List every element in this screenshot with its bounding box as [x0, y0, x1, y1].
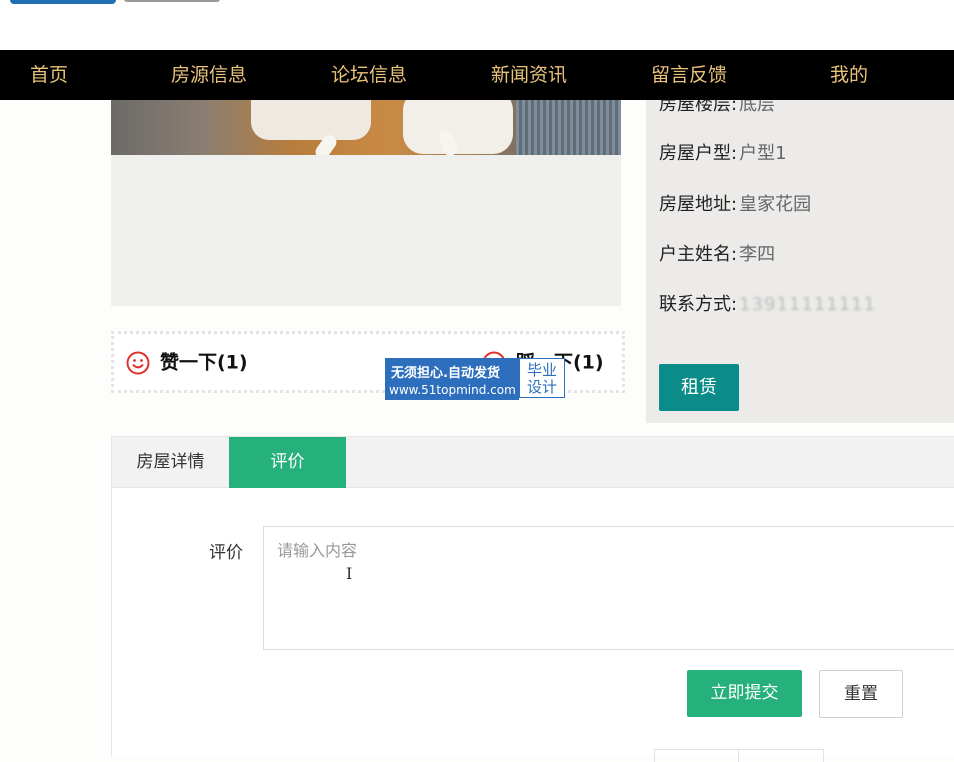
info-owner-label: 户主姓名: — [659, 244, 738, 265]
window-blinds — [516, 100, 621, 155]
info-layout-label: 房屋户型: — [659, 143, 738, 164]
like-button[interactable]: 赞一下(1) — [126, 334, 248, 390]
logo-area — [0, 0, 954, 50]
info-address-label: 房屋地址: — [659, 194, 738, 215]
site-logo — [10, 0, 116, 4]
watermark-blue-block: 无须担心.自动发货 www.51topmind.com — [385, 358, 519, 400]
tab-header: 房屋详情 评价 — [112, 436, 954, 488]
info-address-value: 皇家花园 — [739, 194, 812, 215]
info-contact-label: 联系方式: — [659, 294, 738, 315]
review-textarea[interactable] — [263, 526, 954, 650]
house-info-panel: 房屋楼层: 底层 房屋户型: 户型1 房屋地址: 皇家花园 户主姓名: 李四 联系方式:… — [646, 90, 954, 423]
armchair-shape — [403, 100, 513, 154]
info-address: 房屋地址: 皇家花园 — [659, 190, 811, 216]
smile-icon — [126, 351, 150, 374]
detail-tabs-card: 房屋详情 评价 评价 I 立即提交 重置 — [111, 436, 954, 762]
watermark-badge: 毕业设计 — [519, 358, 565, 398]
site-logo-text-partial — [124, 0, 220, 2]
info-layout: 房屋户型: 户型1 — [659, 139, 787, 165]
reset-button[interactable]: 重置 — [819, 670, 903, 718]
nav-item-listings[interactable]: 房源信息 — [171, 50, 247, 100]
pagination-stub — [654, 749, 824, 762]
info-owner-value: 李四 — [739, 244, 776, 265]
house-photo-panel — [111, 100, 621, 306]
nav-item-feedback[interactable]: 留言反馈 — [651, 50, 727, 100]
watermark-banner: 无须担心.自动发货 www.51topmind.com 毕业设计 — [385, 358, 567, 400]
info-layout-value: 户型1 — [739, 143, 787, 164]
text-cursor-icon: I — [346, 564, 353, 583]
submit-button[interactable]: 立即提交 — [687, 670, 802, 717]
sofa-shape — [251, 100, 371, 140]
info-contact-value: 13911111111 — [739, 294, 877, 315]
tab-house-detail[interactable]: 房屋详情 — [112, 437, 229, 488]
watermark-line2: www.51topmind.com — [389, 383, 516, 397]
review-label: 评价 — [209, 543, 243, 563]
rent-button[interactable]: 租赁 — [659, 364, 739, 411]
nav-item-home[interactable]: 首页 — [30, 50, 68, 100]
nav-item-mine[interactable]: 我的 — [830, 50, 868, 100]
info-owner: 户主姓名: 李四 — [659, 240, 775, 266]
nav-item-news[interactable]: 新闻资讯 — [491, 50, 567, 100]
tab-review[interactable]: 评价 — [229, 437, 346, 488]
main-navbar: 首页 房源信息 论坛信息 新闻资讯 留言反馈 我的 — [0, 50, 954, 100]
like-label: 赞一下(1) — [160, 351, 248, 374]
house-photo — [111, 100, 621, 155]
nav-item-forum[interactable]: 论坛信息 — [331, 50, 407, 100]
info-contact: 联系方式: 13911111111 — [659, 290, 876, 316]
watermark-line1: 无须担心.自动发货 — [391, 366, 500, 381]
